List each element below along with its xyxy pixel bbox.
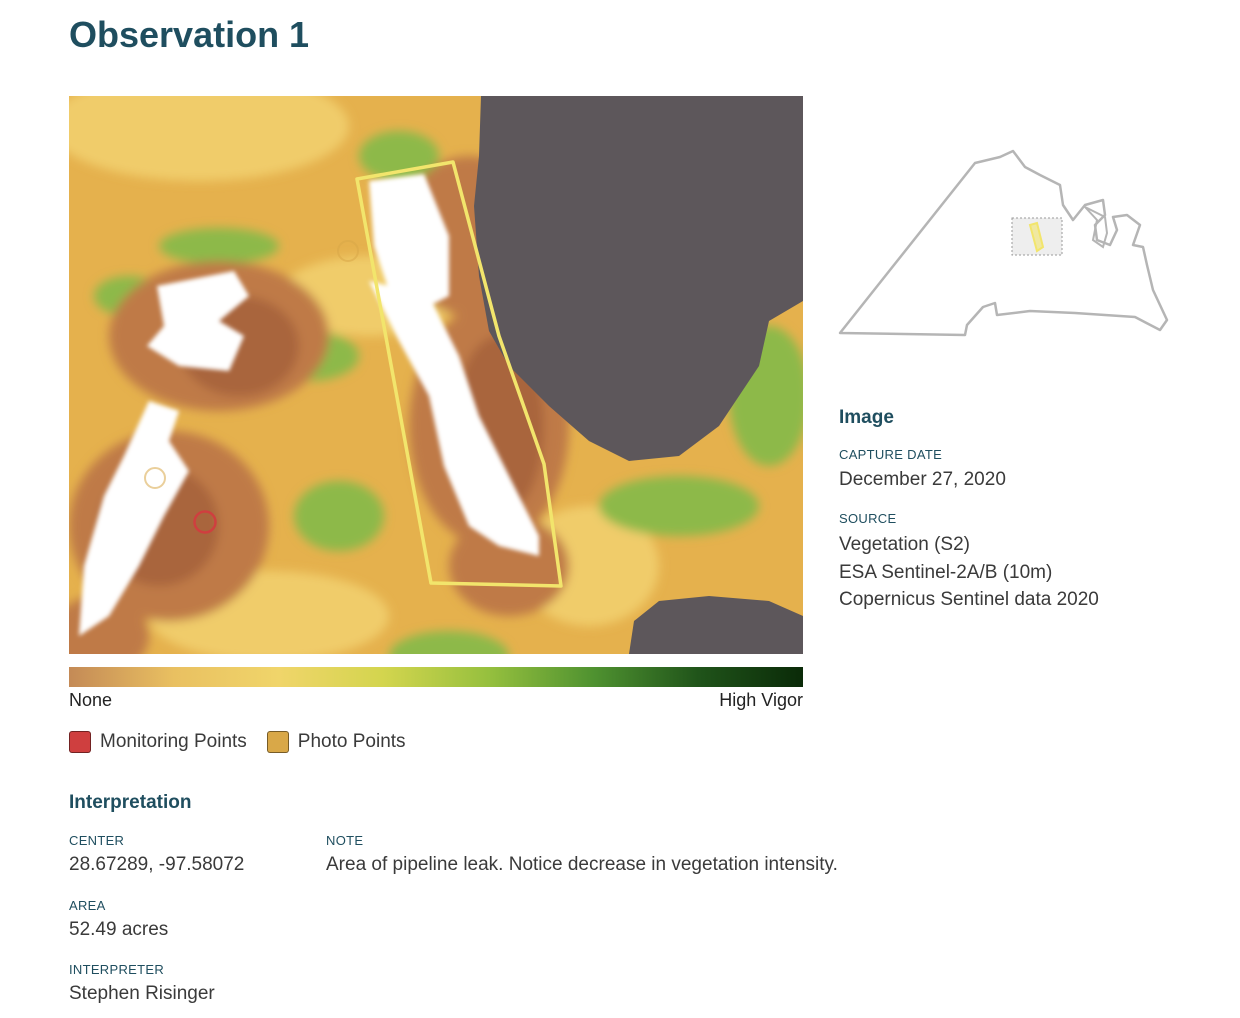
source-line: ESA Sentinel-2A/B (10m) (839, 561, 1053, 583)
source-value: Vegetation (S2) ESA Sentinel-2A/B (10m) … (839, 531, 1099, 614)
area-label: AREA (69, 898, 106, 913)
source-line: Vegetation (S2) (839, 534, 970, 555)
monitoring-point-icon (69, 731, 91, 753)
locator-inset-map (835, 145, 1175, 340)
image-heading: Image (839, 407, 894, 428)
legend-label: Photo Points (297, 731, 406, 752)
photo-point-icon (266, 731, 289, 753)
center-value: 28.67289, -97.58072 (69, 854, 245, 875)
interpreter-value: Stephen Risinger (69, 983, 215, 1004)
vegetation-map[interactable] (69, 96, 803, 654)
source-line: Copernicus Sentinel data 2020 (839, 589, 1099, 610)
legend-photo-points[interactable]: Photo Points (266, 731, 406, 753)
masked-area (629, 596, 803, 654)
capture-date-value: December 27, 2020 (839, 469, 1006, 490)
interpretation-heading: Interpretation (69, 792, 192, 813)
interpreter-label: INTERPRETER (69, 962, 165, 977)
legend-label: Monitoring Points (100, 731, 247, 752)
legend-monitoring-points[interactable]: Monitoring Points (69, 731, 247, 753)
map-legend: Monitoring Points Photo Points (69, 731, 426, 753)
vigor-gradient-bar (69, 667, 803, 687)
source-label: SOURCE (839, 511, 897, 526)
property-outline (838, 149, 1169, 337)
scale-high-label: High Vigor (719, 690, 803, 710)
capture-date-label: CAPTURE DATE (839, 447, 943, 462)
center-label: CENTER (69, 833, 125, 848)
note-label: NOTE (326, 833, 364, 848)
scale-low-label: None (69, 690, 113, 710)
page-title: Observation 1 (69, 14, 310, 55)
area-value: 52.49 acres (69, 919, 169, 940)
note-value: Area of pipeline leak. Notice decrease i… (326, 854, 838, 875)
